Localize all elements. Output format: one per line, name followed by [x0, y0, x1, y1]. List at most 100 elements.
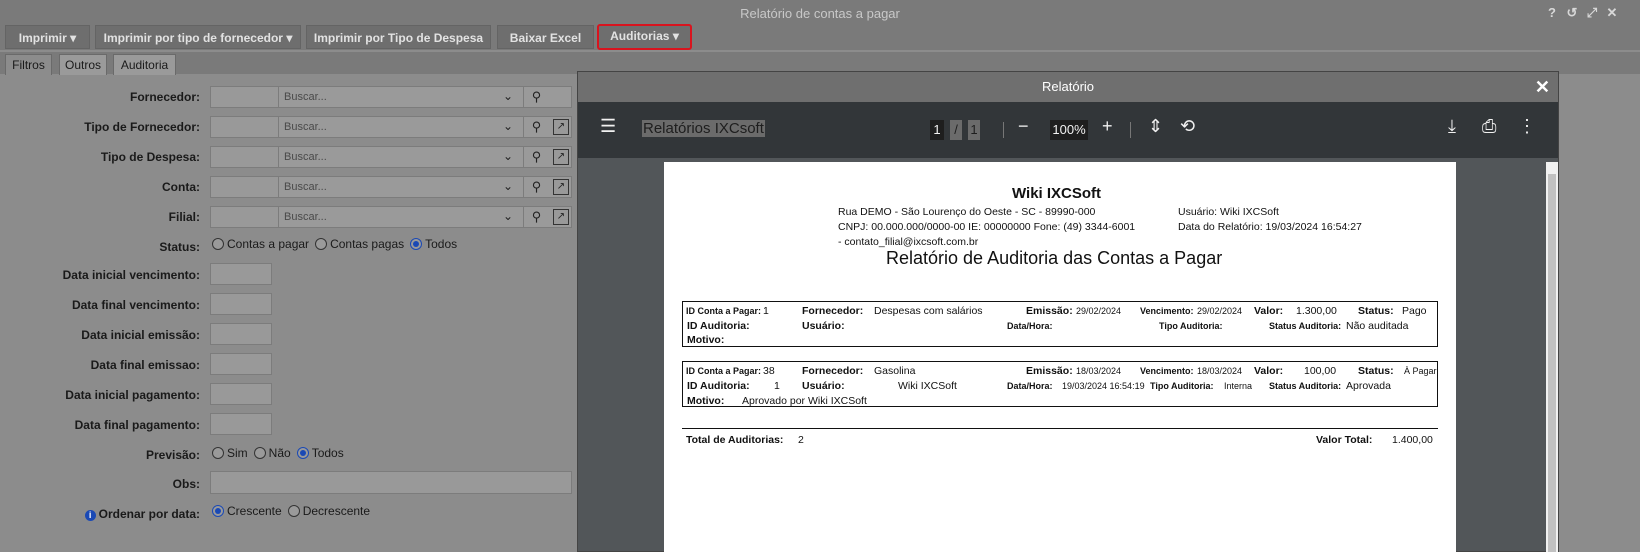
scrollbar-thumb[interactable] [1548, 174, 1556, 552]
baixar-excel-button[interactable]: Baixar Excel [497, 25, 594, 49]
pdf-scrollbar[interactable] [1546, 162, 1558, 552]
tipo-fornecedor-label: Tipo de Fornecedor: [84, 120, 200, 134]
close-icon[interactable]: ✕ [1604, 5, 1620, 21]
imprimir-despesa-button[interactable]: Imprimir por Tipo de Despesa [306, 25, 491, 49]
history-icon[interactable]: ↺ [1564, 5, 1580, 21]
report-date: Data do Relatório: 19/03/2024 16:54:27 [1178, 221, 1362, 233]
window-title: Relatório de contas a pagar [740, 6, 900, 21]
search-icon[interactable]: ⚲ [523, 207, 549, 227]
pdf-toolbar: ☰ Relatórios IXCsoft 1 / 1 − 100% + ⇕ ⟲ … [578, 102, 1558, 158]
radio-button[interactable] [315, 238, 328, 250]
rotate-icon[interactable]: ⟲ [1180, 116, 1195, 137]
data-fin-emis-label: Data final emissao: [90, 358, 200, 372]
conta-label: Conta: [162, 180, 200, 194]
page-input[interactable]: 1 [930, 120, 944, 140]
datahora-label: Data/Hora: [1007, 381, 1053, 391]
zoom-input[interactable]: 100% [1050, 120, 1088, 140]
tab-outros[interactable]: Outros [59, 54, 107, 75]
auditorias-button[interactable]: Auditorias ▾ [597, 24, 692, 50]
report-heading: Relatório de Auditoria das Contas a Paga… [886, 248, 1223, 268]
radio-button[interactable] [253, 447, 266, 459]
tab-filtros[interactable]: Filtros [5, 54, 52, 75]
menu-icon[interactable]: ☰ [600, 116, 616, 137]
status-auditoria-value: Não auditada [1346, 320, 1409, 332]
external-link-icon[interactable]: ↗ [553, 179, 569, 195]
radio-button[interactable] [296, 447, 309, 459]
data-fin-pag-input[interactable] [210, 413, 272, 435]
tipo-auditoria-label: Tipo Auditoria: [1150, 381, 1214, 391]
usuario-label: Usuário: [802, 320, 845, 332]
vencimento-label: Vencimento: [1140, 366, 1194, 376]
emissao-label: Emissão: [1026, 305, 1073, 317]
report-user: Usuário: Wiki IXCSoft [1178, 206, 1279, 218]
more-options-icon[interactable]: ⋮ [1518, 116, 1536, 137]
option-label: Sim [227, 446, 248, 460]
radio-button[interactable] [410, 238, 423, 250]
chevron-down-icon[interactable]: ⌄ [503, 209, 513, 223]
print-icon[interactable]: ⎙ [1482, 116, 1496, 137]
status-contas-a-pagar-option[interactable]: Contas a pagar [212, 237, 309, 251]
previsao-label: Previsão: [145, 448, 200, 462]
modal-title: Relatório [1041, 79, 1095, 94]
search-icon[interactable]: ⚲ [523, 117, 549, 137]
radio-button[interactable] [212, 447, 224, 459]
search-icon[interactable]: ⚲ [523, 147, 549, 167]
chevron-down-icon[interactable]: ⌄ [503, 179, 513, 193]
tipo-fornecedor-select[interactable]: Buscar... ⌄ ⚲ ↗ [210, 116, 572, 138]
download-icon[interactable]: ⤓ [1448, 116, 1456, 137]
ordenar-radio-group: Crescente Decrescente [212, 504, 376, 518]
ordenar-crescente-option[interactable]: Crescente [212, 504, 282, 518]
maximize-icon[interactable]: ⤢ [1584, 5, 1600, 21]
tipo-despesa-placeholder: Buscar... [284, 151, 327, 163]
external-link-icon[interactable]: ↗ [553, 209, 569, 225]
usuario-label: Usuário: [802, 380, 845, 392]
tipo-fornecedor-placeholder: Buscar... [284, 121, 327, 133]
relatorio-modal: Relatório ✕ ☰ Relatórios IXCsoft 1 / 1 − … [577, 71, 1559, 552]
imprimir-button[interactable]: Imprimir ▾ [5, 25, 90, 49]
radio-button[interactable] [287, 505, 300, 517]
pdf-title: Relatórios IXCsoft [642, 120, 765, 137]
chevron-down-icon[interactable]: ⌄ [503, 149, 513, 163]
status-todos-option[interactable]: Todos [410, 237, 457, 251]
conta-select[interactable]: Buscar... ⌄ ⚲ ↗ [210, 176, 572, 198]
data-fin-venc-input[interactable] [210, 293, 272, 315]
previsao-radio-group: Sim Não Todos [212, 446, 350, 460]
auditorias-label: Auditorias [610, 29, 670, 43]
radio-button[interactable] [212, 238, 224, 250]
chevron-down-icon[interactable]: ⌄ [503, 119, 513, 133]
data-ini-pag-input[interactable] [210, 383, 272, 405]
fornecedor-value: Gasolina [874, 365, 916, 377]
chevron-down-icon[interactable]: ⌄ [503, 89, 513, 103]
external-link-icon[interactable]: ↗ [553, 119, 569, 135]
external-link-icon[interactable]: ↗ [553, 149, 569, 165]
modal-close-icon[interactable]: ✕ [1535, 72, 1550, 102]
previsao-todos-option[interactable]: Todos [296, 446, 344, 460]
obs-input[interactable] [210, 471, 572, 494]
help-icon[interactable]: ? [1544, 5, 1560, 21]
data-ini-emis-input[interactable] [210, 323, 272, 345]
valor-label: Valor: [1254, 305, 1284, 317]
fornecedor-select[interactable]: Buscar... ⌄ ⚲ [210, 86, 572, 108]
data-fin-emis-input[interactable] [210, 353, 272, 375]
zoom-out-icon[interactable]: − [1018, 116, 1029, 137]
ordenar-label: i Ordenar por data: [84, 507, 200, 521]
previsao-sim-option[interactable]: Sim [212, 446, 248, 460]
search-icon[interactable]: ⚲ [523, 177, 549, 197]
tipo-despesa-select[interactable]: Buscar... ⌄ ⚲ ↗ [210, 146, 572, 168]
ordenar-decrescente-option[interactable]: Decrescente [287, 504, 370, 518]
search-icon[interactable]: ⚲ [523, 87, 549, 107]
modal-header: Relatório ✕ [578, 72, 1558, 102]
tab-auditoria[interactable]: Auditoria [113, 54, 176, 75]
fit-page-icon[interactable]: ⇕ [1148, 116, 1163, 137]
option-label: Todos [425, 237, 458, 251]
data-ini-venc-input[interactable] [210, 263, 272, 285]
zoom-in-icon[interactable]: + [1102, 116, 1113, 137]
status-contas-pagas-option[interactable]: Contas pagas [315, 237, 404, 251]
radio-button[interactable] [212, 505, 224, 517]
imprimir-fornecedor-button[interactable]: Imprimir por tipo de fornecedor ▾ [95, 25, 301, 49]
filial-select[interactable]: Buscar... ⌄ ⚲ ↗ [210, 206, 572, 228]
filial-label: Filial: [168, 210, 200, 224]
id-auditoria-label: ID Auditoria: [687, 380, 750, 392]
option-label: Não [268, 446, 291, 460]
previsao-nao-option[interactable]: Não [253, 446, 291, 460]
